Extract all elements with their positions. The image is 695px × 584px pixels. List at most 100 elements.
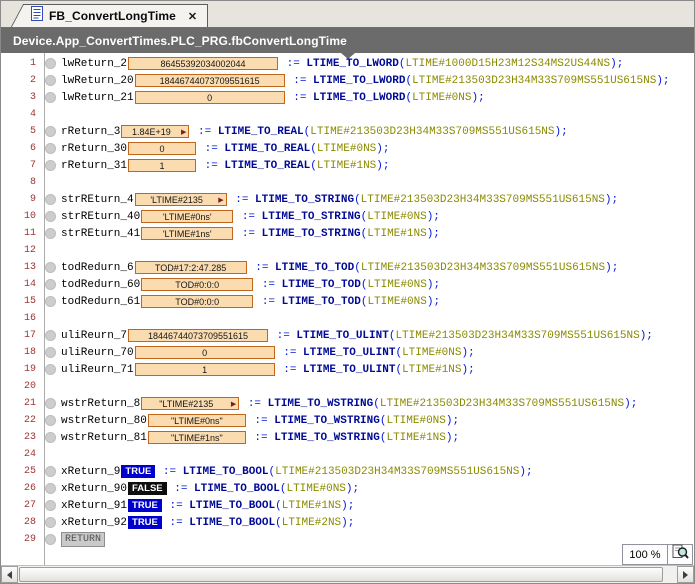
breakpoint-margin[interactable] [40,517,61,528]
monitor-value-box[interactable]: 'LTIME#1ns' [141,227,234,240]
monitor-value-box[interactable]: 1.84E+19 ▶ [121,125,190,138]
monitor-value-box[interactable]: 'LTIME#0ns' [141,210,234,223]
zoom-level[interactable]: 100 % [622,544,668,565]
code-line[interactable]: 15 todRedurn_61 TOD#0:0:0 := LTIME_TO_TOD(… [1,293,694,310]
code-line[interactable]: 19 uliReurn_71 1 := LTIME_TO_ULINT(LTIME#1… [1,361,694,378]
time-literal: LTIME#0NS [367,210,427,223]
function-name: LTIME_TO_REAL [217,125,304,138]
breakpoint-margin[interactable] [40,194,61,205]
breakpoint-margin[interactable] [40,92,61,103]
bool-value-badge[interactable]: TRUE [121,465,156,478]
code-editor[interactable]: 1 lwReturn_2 86455392034002044 := LTIME_TO… [1,53,694,565]
breakpoint-margin[interactable] [40,126,61,137]
scroll-right-button[interactable] [677,566,694,583]
breakpoint-margin[interactable] [40,262,61,273]
statement: wstrReturn_8 "LTIME#2135 ▶ := LTIME_TO_WST… [61,397,637,410]
close-paren: ); [605,261,619,274]
scrollbar-track[interactable] [18,566,677,583]
tab-fb-convertlongtime[interactable]: FB_ConvertLongTime ✕ [27,4,209,27]
code-line[interactable]: 16 [1,310,694,327]
code-line[interactable]: 21 wstrReturn_8 "LTIME#2135 ▶ := LTIME_TO_W… [1,395,694,412]
monitor-value-box[interactable]: 18446744073709551615 [134,74,285,87]
monitor-value-box[interactable]: 86455392034002044 [128,57,279,70]
breakpoint-margin[interactable] [40,279,61,290]
monitor-value-box[interactable]: "LTIME#2135 ▶ [141,397,240,410]
monitor-value-box[interactable]: TOD#0:0:0 [141,278,254,291]
code-line[interactable]: 13 todRedurn_6 TOD#17:2:47.285 := LTIME_TO… [1,259,694,276]
breadcrumb: Device.App_ConvertTimes.PLC_PRG.fbConver… [13,33,347,48]
code-line[interactable]: 9 strREturn_4 'LTIME#2135 ▶ := LTIME_TO_STR… [1,191,694,208]
code-line[interactable]: 27 xReturn_91 TRUE := LTIME_TO_BOOL(LTIME#… [1,497,694,514]
breakpoint-margin[interactable] [40,330,61,341]
bool-value-badge[interactable]: TRUE [128,499,162,512]
code-line[interactable]: 20 [1,378,694,395]
code-line[interactable]: 17 uliReurn_7 18446744073709551615 := LTIM… [1,327,694,344]
code-line[interactable]: 2 lwReturn_20 18446744073709551615 := LTIM… [1,72,694,89]
breakpoint-margin[interactable] [40,296,61,307]
breakpoint-margin[interactable] [40,228,61,239]
expand-icon[interactable]: ▶ [231,401,236,408]
expand-icon[interactable]: ▶ [218,197,223,204]
monitor-value-box[interactable]: 1 [128,159,197,172]
code-line[interactable]: 14 todRedurn_60 TOD#0:0:0 := LTIME_TO_TOD(… [1,276,694,293]
code-line[interactable]: 24 [1,446,694,463]
monitor-value-box[interactable]: "LTIME#0ns" [147,414,246,427]
monitor-value-box[interactable]: 0 [134,91,285,104]
breakpoint-margin[interactable] [40,432,61,443]
scroll-left-button[interactable] [1,566,18,583]
code-line[interactable]: 5 rReturn_3 1.84E+19 ▶ := LTIME_TO_REAL(LTI… [1,123,694,140]
statement-marker-icon [45,364,56,375]
assign-operator: := [162,499,190,512]
code-line[interactable]: 22 wstrReturn_80 "LTIME#0ns" := LTIME_TO_W… [1,412,694,429]
code-line[interactable]: 8 [1,174,694,191]
breakpoint-margin[interactable] [40,500,61,511]
code-line[interactable]: 1 lwReturn_2 86455392034002044 := LTIME_TO… [1,55,694,72]
monitor-value-box[interactable]: 'LTIME#2135 ▶ [134,193,227,206]
breakpoint-margin[interactable] [40,466,61,477]
scrollbar-thumb[interactable] [19,567,663,582]
code-line[interactable]: 29 RETURN [1,531,694,548]
breakpoint-margin[interactable] [40,211,61,222]
breakpoint-margin[interactable] [40,483,61,494]
code-line[interactable]: 11 strREturn_41 'LTIME#1ns' := LTIME_TO_ST… [1,225,694,242]
monitor-value-box[interactable]: TOD#0:0:0 [141,295,254,308]
monitor-value-box[interactable]: TOD#17:2:47.285 [134,261,247,274]
zoom-tool-button[interactable] [668,544,693,565]
close-icon[interactable]: ✕ [186,10,199,23]
expand-icon[interactable]: ▶ [181,129,186,136]
horizontal-scrollbar[interactable] [1,565,694,583]
code-line[interactable]: 7 rReturn_31 1 := LTIME_TO_REAL(LTIME#1NS)… [1,157,694,174]
monitor-value-box[interactable]: "LTIME#1ns" [147,431,246,444]
breakpoint-margin[interactable] [40,143,61,154]
bool-value-badge[interactable]: FALSE [128,482,167,495]
monitor-value-box[interactable]: 0 [134,346,275,359]
breakpoint-margin[interactable] [40,415,61,426]
breakpoint-margin[interactable] [40,58,61,69]
code-line[interactable]: 4 [1,106,694,123]
code-line[interactable]: 28 xReturn_92 TRUE := LTIME_TO_BOOL(LTIME#… [1,514,694,531]
monitor-value-box[interactable]: 0 [128,142,197,155]
code-line[interactable]: 18 uliReurn_70 0 := LTIME_TO_ULINT(LTIME#0… [1,344,694,361]
statement: strREturn_4 'LTIME#2135 ▶ := LTIME_TO_STRI… [61,193,618,206]
monitor-value-box[interactable]: 18446744073709551615 [128,329,269,342]
breakpoint-margin[interactable] [40,160,61,171]
breakpoint-margin[interactable] [40,75,61,86]
breakpoint-margin[interactable] [40,534,61,545]
breakpoint-margin[interactable] [40,347,61,358]
breakpoint-margin[interactable] [40,398,61,409]
code-line[interactable]: 25 xReturn_9 TRUE := LTIME_TO_BOOL(LTIME#2… [1,463,694,480]
code-line[interactable]: 12 [1,242,694,259]
code-line[interactable]: 6 rReturn_30 0 := LTIME_TO_REAL(LTIME#0NS)… [1,140,694,157]
monitor-value-box[interactable]: 1 [134,363,275,376]
variable-name: xReturn_92 [61,516,128,529]
tab-bar: FB_ConvertLongTime ✕ [1,1,694,28]
bool-value-badge[interactable]: TRUE [128,516,162,529]
statement: uliReurn_70 0 := LTIME_TO_ULINT(LTIME#0NS… [61,346,475,359]
code-line[interactable]: 10 strREturn_40 'LTIME#0ns' := LTIME_TO_ST… [1,208,694,225]
statement-marker-icon [45,415,56,426]
code-line[interactable]: 26 xReturn_90 FALSE := LTIME_TO_BOOL(LTIME… [1,480,694,497]
breakpoint-margin[interactable] [40,364,61,375]
code-line[interactable]: 3 lwReturn_21 0 := LTIME_TO_LWORD(LTIME#0N… [1,89,694,106]
variable-name: todRedurn_61 [61,295,141,308]
code-line[interactable]: 23 wstrReturn_81 "LTIME#1ns" := LTIME_TO_W… [1,429,694,446]
